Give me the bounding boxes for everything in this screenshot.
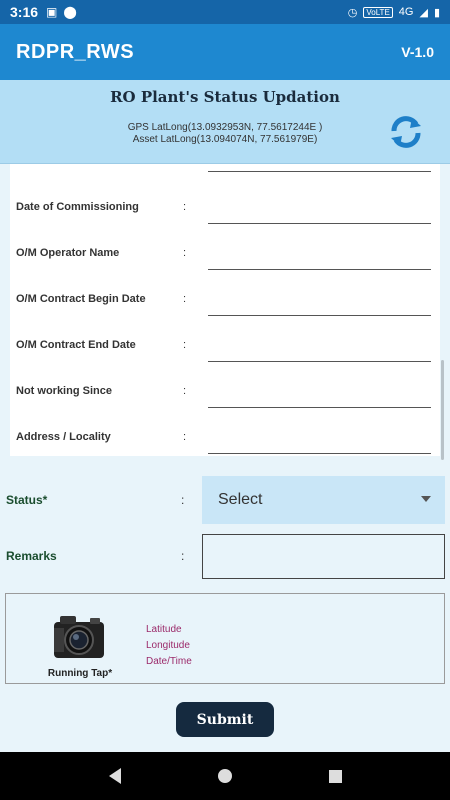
gps-latlong: GPS LatLong(13.0932953N, 77.5617244E ): [127, 122, 323, 133]
field-date-of-commissioning: Date of Commissioning :: [10, 184, 440, 230]
status-row: Status* : Select: [0, 476, 450, 524]
field-colon: :: [183, 385, 187, 397]
battery-icon: ▮: [433, 6, 440, 19]
volte-badge: VoLTE: [363, 6, 393, 18]
app-version: V-1.0: [401, 44, 434, 60]
om-contract-begin-date-input[interactable]: [208, 315, 431, 316]
status-colon: :: [181, 493, 185, 507]
scrollbar[interactable]: [441, 360, 444, 460]
refresh-icon[interactable]: [388, 114, 424, 150]
image-notification-icon: ▣: [46, 5, 58, 19]
field-address-locality: Address / Locality :: [10, 414, 440, 460]
submit-container: Submit: [0, 702, 450, 738]
date-of-commissioning-input[interactable]: [208, 223, 431, 224]
app-title: RDPR_RWS: [16, 40, 135, 63]
field-label: Date of Commissioning: [16, 201, 139, 213]
latlong-info: GPS LatLong(13.0932953N, 77.5617244E ) A…: [0, 122, 450, 146]
photo-geo-info: Latitude Longitude Date/Time: [146, 622, 192, 670]
home-icon[interactable]: [217, 769, 232, 783]
network-type: 4G: [398, 6, 414, 18]
field-label: O/M Contract End Date: [16, 339, 136, 351]
location-icon: ⬤: [63, 5, 77, 19]
recent-apps-icon[interactable]: [328, 769, 342, 783]
photo-caption: Running Tap*: [47, 668, 113, 679]
om-operator-name-input[interactable]: [208, 269, 431, 270]
back-icon[interactable]: [108, 768, 121, 784]
signal-icon: ◢: [419, 6, 428, 19]
remarks-label: Remarks: [6, 549, 57, 563]
status-time: 3:16: [10, 4, 39, 20]
previous-field-line[interactable]: [208, 171, 431, 172]
details-form: Date of Commissioning : O/M Operator Nam…: [10, 164, 440, 456]
field-colon: :: [183, 431, 187, 443]
status-right-icons: ◷ VoLTE 4G ◢ ▮: [348, 6, 440, 19]
field-label: Address / Locality: [16, 431, 111, 443]
photo-capture-box: Running Tap* Latitude Longitude Date/Tim…: [5, 593, 445, 684]
status-selected-value: Select: [218, 491, 263, 508]
not-working-since-input[interactable]: [208, 407, 431, 408]
field-colon: :: [183, 293, 187, 305]
system-nav-bar: [0, 752, 450, 800]
location-header: RO Plant's Status Updation GPS LatLong(1…: [0, 80, 450, 164]
field-colon: :: [183, 201, 187, 213]
field-colon: :: [183, 247, 187, 259]
om-contract-end-date-input[interactable]: [208, 361, 431, 362]
field-label: Not working Since: [16, 385, 112, 397]
field-label: O/M Operator Name: [16, 247, 120, 259]
camera-icon[interactable]: [52, 614, 106, 660]
status-label: Status*: [6, 493, 48, 507]
alarm-icon: ◷: [347, 6, 358, 19]
longitude-label: Longitude: [146, 640, 190, 651]
asset-latlong: Asset LatLong(13.094074N, 77.561979E): [132, 134, 318, 145]
datetime-label: Date/Time: [146, 656, 192, 667]
latitude-label: Latitude: [146, 624, 182, 635]
remarks-colon: :: [181, 549, 185, 563]
field-om-contract-begin-date: O/M Contract Begin Date :: [10, 276, 440, 322]
field-om-operator-name: O/M Operator Name :: [10, 230, 440, 276]
field-om-contract-end-date: O/M Contract End Date :: [10, 322, 440, 368]
status-bar: 3:16 ▣ ⬤ ◷ VoLTE 4G ◢ ▮: [0, 0, 450, 24]
field-colon: :: [183, 339, 187, 351]
remarks-input[interactable]: [202, 534, 445, 579]
status-select[interactable]: Select: [202, 476, 445, 524]
field-label: O/M Contract Begin Date: [16, 293, 146, 305]
remarks-row: Remarks :: [0, 534, 450, 579]
dropdown-arrow-icon: [421, 496, 431, 502]
address-locality-input[interactable]: [208, 453, 431, 454]
field-not-working-since: Not working Since :: [10, 368, 440, 414]
app-bar: RDPR_RWS V-1.0: [0, 24, 450, 80]
submit-button[interactable]: Submit: [176, 702, 274, 737]
page-title: RO Plant's Status Updation: [110, 88, 340, 106]
